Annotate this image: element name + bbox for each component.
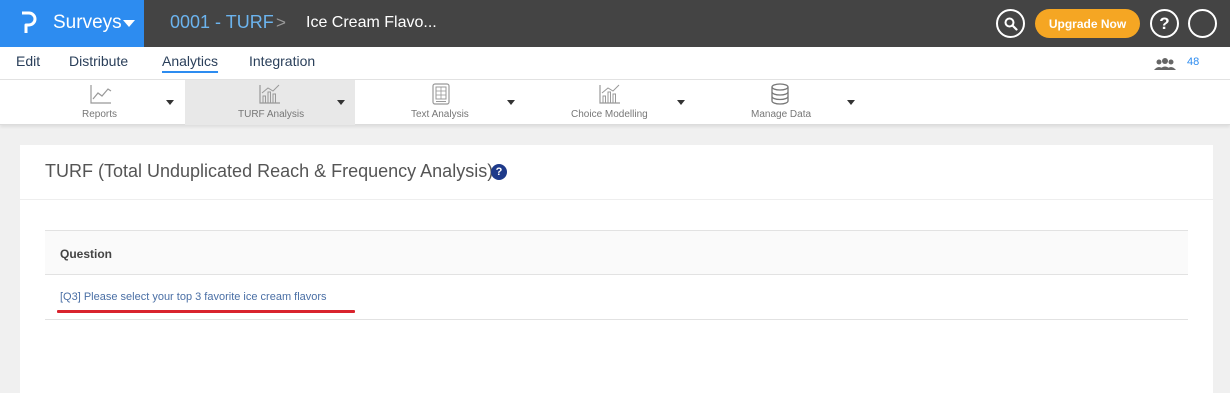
line-chart-icon: [90, 85, 112, 104]
tool-turf-analysis[interactable]: TURF Analysis: [185, 80, 355, 125]
caret-down-icon[interactable]: [677, 100, 685, 105]
tool-reports[interactable]: Reports: [40, 80, 185, 125]
caret-down-icon: [123, 20, 135, 27]
upgrade-now-button[interactable]: Upgrade Now: [1035, 9, 1140, 38]
bar-trend-chart-icon: [259, 84, 280, 104]
page-title: TURF (Total Unduplicated Reach & Frequen…: [45, 161, 494, 181]
help-button[interactable]: ?: [1150, 9, 1179, 38]
brand-name: Surveys: [53, 12, 122, 33]
table-header-question: Question: [45, 230, 1188, 275]
tool-label: Manage Data: [751, 109, 812, 120]
caret-down-icon[interactable]: [507, 100, 515, 105]
nav-integration[interactable]: Integration: [249, 53, 315, 69]
nav-edit[interactable]: Edit: [16, 53, 40, 69]
questionpro-logo-icon: [22, 11, 37, 33]
caret-down-icon[interactable]: [166, 100, 174, 105]
question-table: Question [Q3] Please select your top 3 f…: [45, 230, 1188, 320]
breadcrumb-survey[interactable]: 0001 - TURF: [170, 12, 274, 33]
tool-text-analysis[interactable]: Text Analysis: [355, 80, 525, 125]
user-count: 48: [1187, 56, 1200, 68]
top-bar: Surveys 0001 - TURF > Ice Cream Flavo...…: [0, 0, 1230, 47]
nav-distribute[interactable]: Distribute: [69, 53, 128, 69]
search-button[interactable]: [996, 9, 1025, 38]
document-grid-icon: [432, 83, 450, 105]
turf-card: TURF (Total Unduplicated Reach & Frequen…: [20, 145, 1213, 393]
sub-navigation: Edit Distribute Analytics Integration 48: [0, 47, 1230, 80]
tool-label: TURF Analysis: [238, 109, 305, 120]
divider: [20, 199, 1213, 200]
nav-analytics[interactable]: Analytics: [162, 53, 218, 69]
profile-avatar[interactable]: [1188, 9, 1217, 38]
bar-trend-chart-icon: [599, 84, 620, 104]
tool-label: Text Analysis: [411, 109, 469, 120]
tool-label: Choice Modelling: [571, 109, 648, 120]
users-icon[interactable]: [1154, 57, 1176, 71]
search-icon: [1004, 17, 1018, 31]
highlight-underline: [57, 310, 355, 313]
caret-down-icon[interactable]: [847, 100, 855, 105]
tool-choice-modelling[interactable]: Choice Modelling: [525, 80, 695, 125]
table-row: [Q3] Please select your top 3 favorite i…: [45, 275, 1188, 320]
help-icon[interactable]: ?: [491, 164, 507, 180]
surveys-menu-button[interactable]: Surveys: [0, 0, 144, 47]
tool-manage-data[interactable]: Manage Data: [695, 80, 865, 125]
analytics-toolbar: Reports TURF Analysis Text Analysis Choi…: [0, 80, 1230, 125]
question-link[interactable]: [Q3] Please select your top 3 favorite i…: [60, 291, 327, 303]
survey-title: Ice Cream Flavo...: [306, 14, 437, 31]
caret-down-icon[interactable]: [337, 100, 345, 105]
tool-label: Reports: [82, 109, 118, 120]
database-icon: [771, 83, 789, 105]
breadcrumb-separator: >: [276, 13, 286, 32]
